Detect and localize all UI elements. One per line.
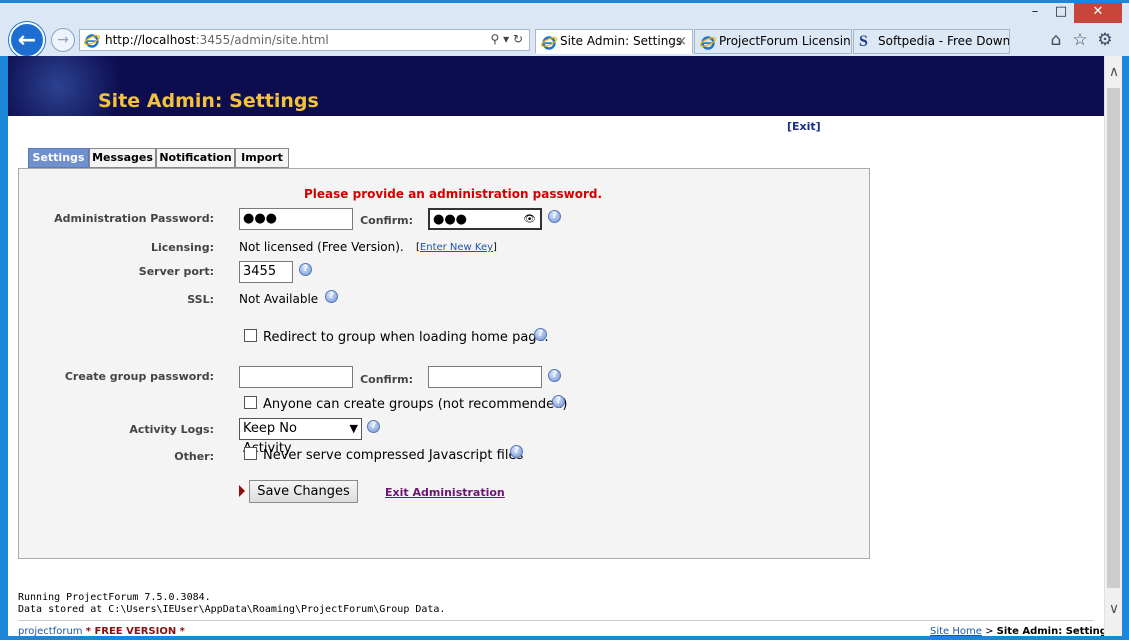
ssl-value: Not Available <box>239 292 319 306</box>
enter-new-key-link[interactable]: Enter New Key <box>420 242 493 253</box>
help-icon[interactable]: ? <box>548 210 561 223</box>
redirect-checkbox[interactable] <box>244 329 257 342</box>
confirm-password-input[interactable]: ●●● 👁 <box>428 208 542 230</box>
ssl-label: SSL: <box>187 293 214 306</box>
tab-messages[interactable]: Messages <box>89 148 156 168</box>
tab-site-admin[interactable]: Site Admin: Settings × <box>535 29 693 54</box>
anyone-create-label: Anyone can create groups (not recommende… <box>263 397 568 412</box>
forward-arrow-icon[interactable]: → <box>51 28 75 52</box>
server-port-input[interactable]: 3455 <box>239 261 293 283</box>
arrow-marker-icon <box>239 485 245 497</box>
breadcrumb: Site Home > Site Admin: Settings <box>930 626 1104 636</box>
activity-logs-select[interactable]: Keep No Activity ▼ <box>239 418 362 456</box>
scroll-down-icon[interactable]: ∨ <box>1105 601 1123 617</box>
confirm-label: Confirm: <box>360 214 413 227</box>
exit-link[interactable]: Exit <box>792 120 816 133</box>
ie-page-icon <box>700 36 716 50</box>
tab-label: Softpedia - Free Downl... <box>878 34 1010 48</box>
maximize-button[interactable]: □ <box>1048 3 1074 23</box>
window-top-border <box>0 0 1129 3</box>
confirm-password-value: ●●● <box>433 212 468 227</box>
server-port-label: Server port: <box>138 265 214 278</box>
browser-chrome: – □ ✕ ← → http://localhost:3455/admin/si… <box>0 0 1129 58</box>
confirm-label: Confirm: <box>360 373 413 386</box>
tab-label: Site Admin: Settings <box>560 34 683 48</box>
licensing-label: Licensing: <box>150 241 214 254</box>
confirm-group-password-input[interactable] <box>428 366 542 388</box>
logo-text: projectforum <box>18 626 83 636</box>
never-compress-label: Never serve compressed Javascript files <box>263 448 524 463</box>
scroll-up-icon[interactable]: ∧ <box>1105 64 1123 80</box>
tab-projectforum-licensing[interactable]: ProjectForum Licensin... <box>694 29 852 54</box>
back-arrow-icon[interactable]: ← <box>9 22 45 58</box>
address-tools-icon[interactable]: ⚲ ▾ ↻ <box>491 32 524 46</box>
chevron-down-icon: ▼ <box>349 422 358 435</box>
anyone-create-checkbox[interactable] <box>244 396 257 409</box>
minimize-button[interactable]: – <box>1022 3 1048 23</box>
bracket: ] <box>493 242 497 253</box>
scrollbar-thumb[interactable] <box>1107 88 1120 588</box>
enter-key-wrapper: [Enter New Key] <box>416 242 497 253</box>
breadcrumb-home-link[interactable]: Site Home <box>930 626 982 636</box>
breadcrumb-current: Site Admin: Settings <box>996 626 1104 636</box>
redirect-label: Redirect to group when loading home page… <box>263 330 549 345</box>
address-bar[interactable]: http://localhost:3455/admin/site.html ⚲ … <box>79 29 530 51</box>
home-icon[interactable]: ⌂ <box>1045 29 1067 51</box>
url-host: http://localhost <box>105 33 196 47</box>
gear-icon[interactable]: ⚙ <box>1094 29 1116 51</box>
bracket: ] <box>815 120 821 133</box>
tab-label: ProjectForum Licensin... <box>719 34 852 48</box>
breadcrumb-separator: > <box>981 626 997 636</box>
free-version-badge: * FREE VERSION * <box>85 626 185 636</box>
url-path: :3455/admin/site.html <box>195 33 329 47</box>
reveal-password-icon[interactable]: 👁 <box>523 210 536 230</box>
footer-divider <box>18 620 1094 621</box>
other-label: Other: <box>174 450 214 463</box>
ie-page-icon <box>541 36 557 50</box>
help-icon[interactable]: ? <box>534 328 547 341</box>
help-icon[interactable]: ? <box>299 263 312 276</box>
close-tab-icon[interactable]: × <box>676 30 687 53</box>
tab-softpedia[interactable]: S Softpedia - Free Downl... <box>853 29 1010 54</box>
help-icon[interactable]: ? <box>510 445 523 458</box>
star-icon[interactable]: ☆ <box>1069 29 1091 51</box>
softpedia-icon: S <box>859 33 868 50</box>
url-text: http://localhost:3455/admin/site.html <box>105 33 329 47</box>
tab-notification[interactable]: Notification <box>156 148 235 168</box>
licensing-value: Not licensed (Free Version). <box>239 240 404 254</box>
save-changes-button[interactable]: Save Changes <box>249 480 358 503</box>
vertical-scrollbar[interactable]: ∧ ∨ <box>1104 56 1122 636</box>
error-message: Please provide an administration passwor… <box>304 187 603 201</box>
exit-administration-link[interactable]: Exit Administration <box>385 486 505 499</box>
never-compress-checkbox[interactable] <box>244 447 257 460</box>
projectforum-logo: projectforum * FREE VERSION * <box>18 626 185 636</box>
help-icon[interactable]: ? <box>552 395 565 408</box>
footer-data-path: Data stored at C:\Users\IEUser\AppData\R… <box>18 604 446 615</box>
tab-settings[interactable]: Settings <box>28 148 89 168</box>
footer-running: Running ProjectForum 7.5.0.3084. <box>18 592 211 603</box>
close-window-button[interactable]: ✕ <box>1074 3 1122 23</box>
page-title: Site Admin: Settings <box>98 90 319 112</box>
activity-logs-label: Activity Logs: <box>129 423 214 436</box>
ie-page-icon <box>84 34 100 48</box>
page-banner: Site Admin: Settings <box>8 56 1104 116</box>
exit-link-wrapper: [Exit] <box>787 120 821 133</box>
page-viewport: Site Admin: Settings [Exit] Settings Mes… <box>8 56 1104 636</box>
tab-import[interactable]: Import <box>235 148 289 168</box>
help-icon[interactable]: ? <box>548 369 561 382</box>
help-icon[interactable]: ? <box>367 420 380 433</box>
help-icon[interactable]: ? <box>325 290 338 303</box>
